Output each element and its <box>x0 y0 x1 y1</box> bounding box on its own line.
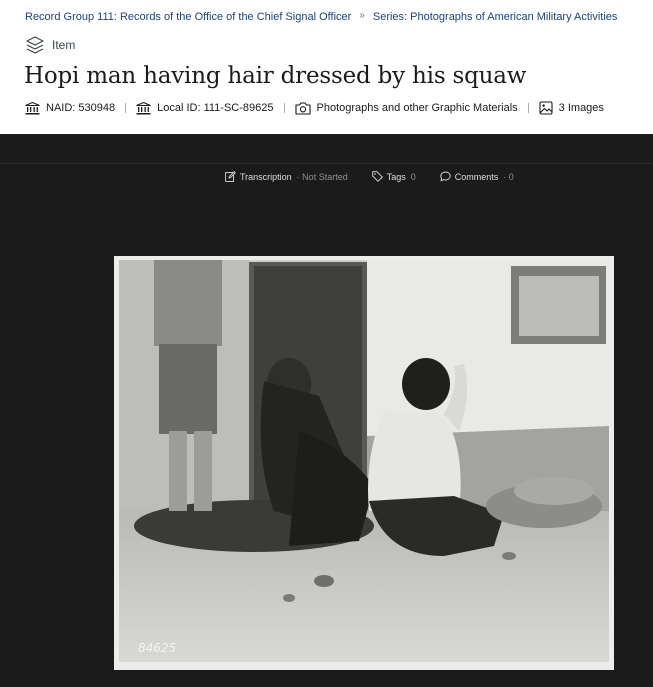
tag-icon <box>371 171 383 182</box>
breadcrumb-series-link[interactable]: Series: Photographs of American Military… <box>373 11 618 23</box>
archival-photograph[interactable]: 84625 <box>114 256 614 670</box>
tags-label: Tags <box>386 171 406 182</box>
breadcrumb: Record Group 111: Records of the Office … <box>25 9 618 24</box>
comments-button[interactable]: Comments · 0 <box>440 171 514 182</box>
transcription-label: Transcription <box>240 171 292 182</box>
tags-count: 0 <box>410 171 416 182</box>
transcription-status: · Not Started <box>296 171 348 182</box>
negative-number: 84625 <box>138 641 176 655</box>
item-type-label: Item <box>25 35 75 55</box>
viewer-toolbar: Transcription · Not Started Tags 0 Comme… <box>225 171 514 182</box>
page-title: Hopi man having hair dressed by his squa… <box>24 63 527 89</box>
item-header: Record Group 111: Records of the Office … <box>0 0 653 134</box>
institution-icon <box>25 101 40 114</box>
comments-count: · 0 <box>503 171 514 182</box>
image-viewer: Transcription · Not Started Tags 0 Comme… <box>0 134 653 687</box>
breadcrumb-separator: » <box>359 9 365 21</box>
edit-icon <box>225 171 236 182</box>
media-type-text: Photographs and other Graphic Materials <box>316 102 518 114</box>
tags-button[interactable]: Tags 0 <box>371 171 416 182</box>
local-id-text: Local ID: 111-SC-89625 <box>157 102 274 114</box>
transcription-button[interactable]: Transcription · Not Started <box>225 171 348 182</box>
breadcrumb-record-group-link[interactable]: Record Group 111: Records of the Office … <box>25 11 351 23</box>
camera-icon <box>294 102 311 115</box>
comment-icon <box>440 171 451 182</box>
image-count-item: 3 Images <box>539 101 604 115</box>
media-type-item: Photographs and other Graphic Materials <box>294 101 518 115</box>
meta-divider <box>283 103 285 113</box>
image-icon <box>539 101 553 115</box>
record-metadata: NAID: 530948 Local ID: 111-SC-89625 Phot… <box>25 101 604 115</box>
layers-icon <box>26 36 44 54</box>
meta-divider <box>527 103 529 113</box>
photograph-image: 84625 <box>114 256 614 670</box>
institution-icon <box>136 101 151 114</box>
naid-text: NAID: 530948 <box>46 102 116 114</box>
naid-item: NAID: 530948 <box>25 101 116 115</box>
image-count-text: 3 Images <box>558 102 604 114</box>
viewer-divider <box>0 163 653 164</box>
comments-label: Comments <box>454 171 499 182</box>
item-type-text: Item <box>52 38 76 52</box>
meta-divider <box>125 103 127 113</box>
local-id-item: Local ID: 111-SC-89625 <box>136 101 274 115</box>
